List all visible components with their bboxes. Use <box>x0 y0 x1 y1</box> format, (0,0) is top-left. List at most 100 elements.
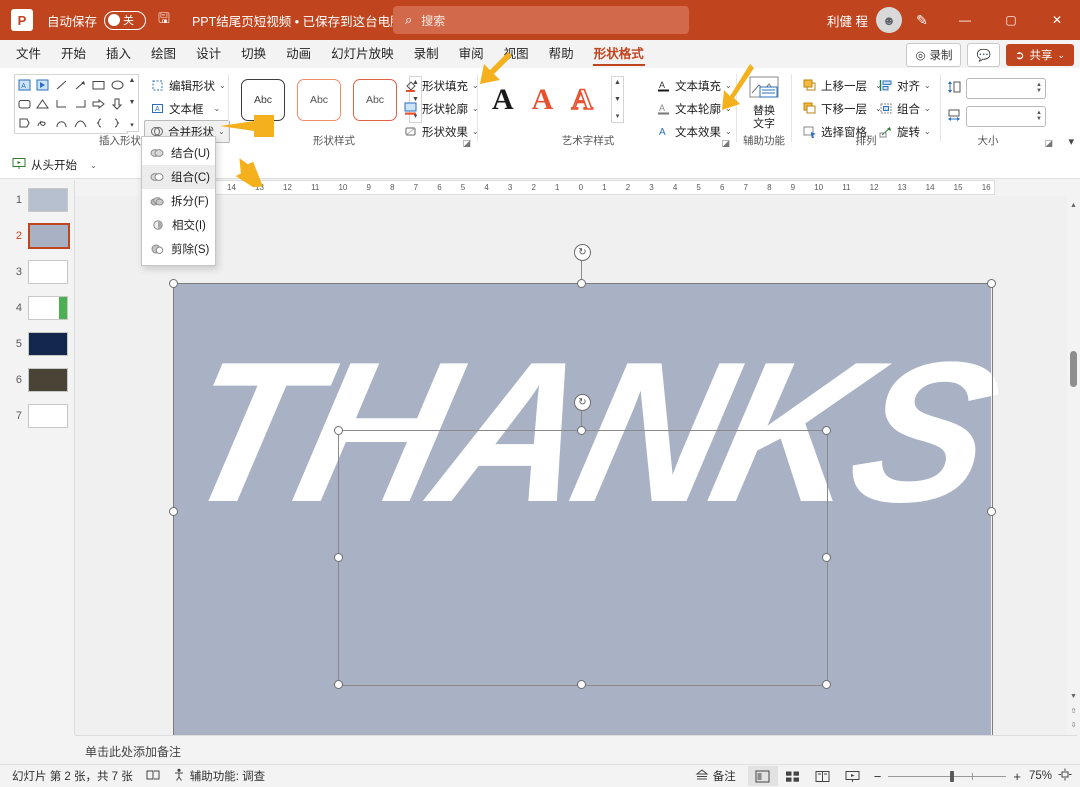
chevron-down-icon[interactable]: ⌄ <box>924 81 931 90</box>
slide-thumbnail-3[interactable]: 3 <box>0 256 74 288</box>
shape-rectangle-icon[interactable] <box>90 75 109 94</box>
shape-scribble-icon[interactable] <box>34 114 53 133</box>
close-button[interactable]: ✕ <box>1034 0 1080 40</box>
group-button[interactable]: 组合 ⌄ <box>874 98 935 119</box>
shape-height-input[interactable]: ▲ ▼ <box>966 78 1046 99</box>
zoom-thumb[interactable] <box>950 770 955 782</box>
scroll-down-icon[interactable]: ▼ <box>1067 689 1080 703</box>
tab-home[interactable]: 开始 <box>51 40 96 68</box>
gallery-scroll-down-icon[interactable]: ▼ <box>614 96 621 103</box>
gallery-scroll-up-icon[interactable]: ▲ <box>614 79 621 86</box>
gallery-expand-icon[interactable]: ▾ <box>130 121 134 129</box>
outer-handle-mr[interactable] <box>987 507 996 516</box>
shape-elbow-icon[interactable] <box>52 94 71 113</box>
slide-preview[interactable] <box>28 332 68 356</box>
shape-right-brace-icon[interactable] <box>108 114 127 133</box>
shape-arrow-box-icon[interactable] <box>34 75 53 94</box>
chevron-down-icon[interactable]: ▾ <box>1068 135 1074 148</box>
menu-item-subtract[interactable]: 剪除(S) <box>142 237 215 261</box>
shape-handle-ml[interactable] <box>334 553 343 562</box>
wordart-thumb-3[interactable]: A <box>571 83 594 115</box>
notes-button[interactable]: 备注 <box>695 768 736 784</box>
shape-arrow-line-icon[interactable] <box>71 75 90 94</box>
document-title-area[interactable]: PPT结尾页短视频 • 已保存到这台电脑 ⌄ <box>192 11 416 30</box>
shape-handle-tl[interactable] <box>334 426 343 435</box>
chevron-down-icon[interactable]: ⌄ <box>924 104 931 113</box>
slideshow-icon[interactable] <box>838 766 868 786</box>
merge-shapes-menu[interactable]: 结合(U) 组合(C) 拆分(F) 相交(I) 剪除(S) <box>141 136 216 266</box>
chevron-down-icon[interactable]: ⌄ <box>90 161 97 170</box>
autosave-control[interactable]: 自动保存 关 <box>47 10 147 30</box>
search-box[interactable]: ⌕ 搜索 <box>393 6 689 34</box>
slide-preview[interactable] <box>28 296 68 320</box>
scrollbar-thumb[interactable] <box>1070 351 1077 387</box>
shape-right-arrow-icon[interactable] <box>90 94 109 113</box>
shape-handle-bc[interactable] <box>577 680 586 689</box>
shape-rounded-rect-icon[interactable] <box>15 94 34 113</box>
slide-thumbnail-6[interactable]: 6 <box>0 364 74 396</box>
save-icon[interactable]: 🖫 <box>158 8 170 32</box>
slide-thumbnail-2[interactable]: 2 <box>0 220 74 252</box>
shape-oval-icon[interactable] <box>108 75 127 94</box>
zoom-in-button[interactable]: + <box>1013 769 1021 784</box>
minimize-button[interactable]: — <box>942 0 988 40</box>
tab-record[interactable]: 录制 <box>404 40 449 68</box>
chevron-down-icon[interactable]: ⌄ <box>1057 50 1065 61</box>
outer-handle-tl[interactable] <box>169 279 178 288</box>
tab-file[interactable]: 文件 <box>6 40 51 68</box>
notes-pane[interactable]: 单击此处添加备注 <box>75 735 1077 766</box>
autosave-toggle[interactable]: 关 <box>104 10 147 30</box>
share-button[interactable]: ➲ 共享 ⌄ <box>1005 44 1074 66</box>
gallery-scroll-up-icon[interactable]: ▲ <box>129 77 136 84</box>
shape-width-stepper[interactable]: ▲ ▼ <box>1036 110 1042 122</box>
tab-draw[interactable]: 绘图 <box>141 40 186 68</box>
canvas-vertical-scrollbar[interactable]: ▲ ▼ ⇧ ⇩ <box>1067 196 1080 735</box>
zoom-out-button[interactable]: − <box>874 769 882 784</box>
shape-handle-bl[interactable] <box>334 680 343 689</box>
shape-curve-icon[interactable] <box>71 114 90 133</box>
edit-shape-button[interactable]: 编辑形状 ⌄ <box>146 75 230 96</box>
next-slide-icon[interactable]: ⇩ <box>1067 718 1080 732</box>
slide-preview[interactable] <box>28 404 68 428</box>
zoom-level-label[interactable]: 75% <box>1029 770 1052 782</box>
scroll-up-icon[interactable]: ▲ <box>1067 198 1080 212</box>
outer-rotate-handle[interactable]: ↻ <box>574 244 591 261</box>
shape-line-icon[interactable] <box>52 75 71 94</box>
slide-preview[interactable] <box>28 223 70 249</box>
menu-item-combine[interactable]: 组合(C) <box>142 165 215 189</box>
rotate-handle-icon[interactable]: ↻ <box>574 394 591 411</box>
menu-item-union[interactable]: 结合(U) <box>142 141 215 165</box>
slide-preview[interactable] <box>28 188 68 212</box>
slide-sorter-icon[interactable] <box>778 766 808 786</box>
shape-left-brace-icon[interactable] <box>90 114 109 133</box>
language-icon[interactable] <box>146 769 160 784</box>
slide-canvas-area[interactable]: THANKS ↻ ↻ <box>75 196 1067 740</box>
zoom-slider[interactable]: − + <box>874 769 1021 784</box>
send-backward-button[interactable]: 下移一层 ⌄ <box>798 98 886 119</box>
tab-insert[interactable]: 插入 <box>96 40 141 68</box>
tab-design[interactable]: 设计 <box>186 40 231 68</box>
normal-view-icon[interactable] <box>747 766 778 786</box>
reading-view-icon[interactable] <box>808 766 838 786</box>
outer-handle-ml[interactable] <box>169 507 178 516</box>
slide-thumbnail-7[interactable]: 7 <box>0 400 74 432</box>
shape-pentagon-icon[interactable] <box>15 114 34 133</box>
fit-to-window-icon[interactable] <box>1058 768 1072 784</box>
outer-handle-tr[interactable] <box>987 279 996 288</box>
zoom-track[interactable] <box>888 770 1007 782</box>
menu-item-intersect[interactable]: 相交(I) <box>142 213 215 237</box>
tab-animations[interactable]: 动画 <box>276 40 321 68</box>
shapes-gallery[interactable]: A <box>14 74 128 134</box>
align-button[interactable]: 对齐 ⌄ <box>874 75 935 96</box>
wordart-styles-dialog-launcher[interactable]: ◪ <box>721 138 730 149</box>
shape-width-input[interactable]: ▲ ▼ <box>966 106 1046 127</box>
slide-thumbnail-4[interactable]: 4 <box>0 292 74 324</box>
gallery-scroll-down-icon[interactable]: ▼ <box>129 99 136 106</box>
bring-forward-button[interactable]: 上移一层 ⌄ <box>798 75 886 96</box>
shape-textbox-icon[interactable]: A <box>15 75 34 94</box>
maximize-button[interactable]: ▢ <box>988 0 1034 40</box>
pen-icon[interactable]: ✎ <box>902 0 942 40</box>
tab-help[interactable]: 帮助 <box>539 40 584 68</box>
shape-style-thumb-3[interactable]: Abc <box>353 78 397 121</box>
from-beginning-button[interactable]: 从头开始 ⌄ <box>12 157 97 173</box>
